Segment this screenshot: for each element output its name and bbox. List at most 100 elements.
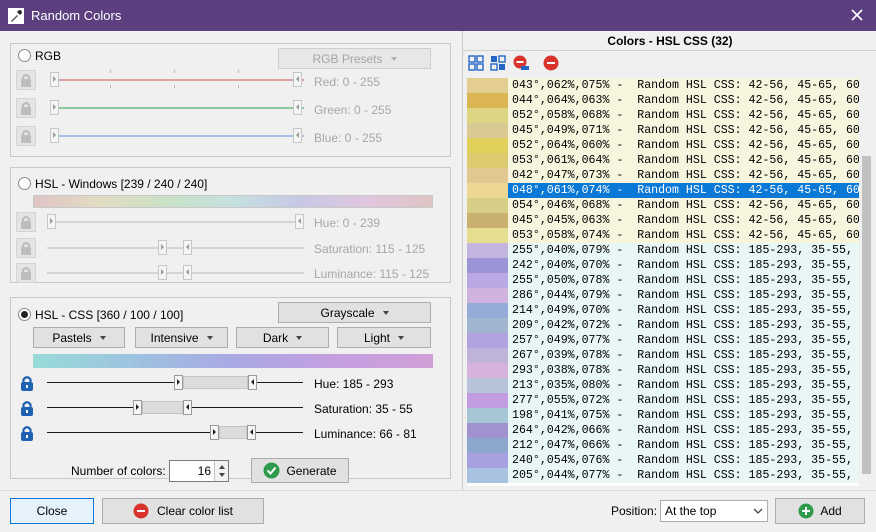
color-entry-text: 264°,042%,066% - Random HSL CSS: 185-293…: [512, 424, 859, 437]
green-max-thumb[interactable]: [293, 100, 302, 115]
spin-arrows-icon[interactable]: [215, 461, 229, 481]
color-swatch: [467, 318, 508, 333]
rgb-radio[interactable]: [18, 49, 31, 62]
saturation-lock-button[interactable]: [16, 238, 36, 258]
blue-lock-button[interactable]: [16, 126, 36, 146]
css-saturation-max-thumb[interactable]: [182, 400, 192, 415]
lock-icon: [21, 242, 31, 255]
list-item[interactable]: 209°,042%,072% - Random HSL CSS: 185-293…: [467, 318, 859, 333]
hsl-windows-group: HSL - Windows [239 / 240 / 240] Hue: 0 -…: [10, 167, 451, 283]
css-luminance-min-thumb[interactable]: [210, 425, 220, 440]
list-item[interactable]: 054°,046%,068% - Random HSL CSS: 42-56, …: [467, 198, 859, 213]
position-select[interactable]: At the top: [660, 500, 768, 522]
win-luminance-range-label: Luminance: 115 - 125: [314, 267, 430, 281]
saturation-unlocked-icon[interactable]: [17, 398, 37, 418]
grayscale-dropdown[interactable]: Grayscale: [278, 302, 431, 323]
list-item[interactable]: 214°,049%,070% - Random HSL CSS: 185-293…: [467, 303, 859, 318]
css-hue-range[interactable]: [182, 376, 249, 389]
blue-min-thumb[interactable]: [50, 128, 59, 143]
list-item[interactable]: 045°,049%,071% - Random HSL CSS: 42-56, …: [467, 123, 859, 138]
list-item[interactable]: 277°,055%,072% - Random HSL CSS: 185-293…: [467, 393, 859, 408]
css-saturation-min-thumb[interactable]: [133, 400, 143, 415]
hue-unlocked-icon[interactable]: [17, 373, 37, 393]
win-saturation-track[interactable]: [47, 247, 304, 249]
list-item[interactable]: 044°,064%,063% - Random HSL CSS: 42-56, …: [467, 93, 859, 108]
red-max-thumb[interactable]: [293, 72, 302, 87]
list-item[interactable]: 242°,040%,070% - Random HSL CSS: 185-293…: [467, 258, 859, 273]
settings-panel: RGB RGB Presets Red: 0 - 255 Green: 0 - …: [0, 31, 461, 490]
minus-circle-icon: [133, 503, 149, 519]
list-item[interactable]: 267°,039%,078% - Random HSL CSS: 185-293…: [467, 348, 859, 363]
list-item[interactable]: 205°,044%,077% - Random HSL CSS: 185-293…: [467, 468, 859, 483]
clear-color-list-button[interactable]: Clear color list: [102, 498, 264, 524]
red-lock-button[interactable]: [16, 70, 36, 90]
green-slider-track[interactable]: [51, 107, 304, 109]
color-swatch: [467, 123, 508, 138]
close-button[interactable]: Close: [10, 498, 94, 524]
spin-buttons[interactable]: [214, 461, 228, 481]
green-lock-button[interactable]: [16, 98, 36, 118]
win-hue-max-thumb[interactable]: [295, 214, 304, 229]
win-luminance-track[interactable]: [47, 272, 304, 274]
win-hue-track[interactable]: [47, 221, 304, 223]
win-luminance-min-thumb[interactable]: [158, 265, 168, 280]
number-of-colors-value[interactable]: 16: [198, 464, 211, 478]
win-saturation-max-thumb[interactable]: [183, 240, 193, 255]
list-item[interactable]: 257°,049%,077% - Random HSL CSS: 185-293…: [467, 333, 859, 348]
list-item[interactable]: 045°,045%,063% - Random HSL CSS: 42-56, …: [467, 213, 859, 228]
remove-all-icon[interactable]: [543, 55, 559, 71]
dark-dropdown[interactable]: Dark: [236, 327, 329, 348]
scrollbar-thumb[interactable]: [862, 156, 871, 474]
add-button[interactable]: Add: [775, 498, 865, 524]
list-item[interactable]: 052°,058%,068% - Random HSL CSS: 42-56, …: [467, 108, 859, 123]
css-hue-min-thumb[interactable]: [173, 375, 183, 390]
list-item[interactable]: 053°,058%,074% - Random HSL CSS: 42-56, …: [467, 228, 859, 243]
list-item[interactable]: 198°,041%,075% - Random HSL CSS: 185-293…: [467, 408, 859, 423]
invert-selection-icon[interactable]: [490, 55, 506, 71]
list-item[interactable]: 293°,038%,078% - Random HSL CSS: 185-293…: [467, 363, 859, 378]
color-list[interactable]: 043°,062%,075% - Random HSL CSS: 42-56, …: [467, 78, 859, 486]
list-item[interactable]: 286°,044%,079% - Random HSL CSS: 185-293…: [467, 288, 859, 303]
hue-lock-button[interactable]: [16, 212, 36, 232]
css-luminance-track[interactable]: [47, 432, 303, 433]
blue-max-thumb[interactable]: [293, 128, 302, 143]
win-luminance-max-thumb[interactable]: [183, 265, 193, 280]
list-item[interactable]: 048°,061%,074% - Random HSL CSS: 42-56, …: [467, 183, 859, 198]
list-item[interactable]: 053°,061%,064% - Random HSL CSS: 42-56, …: [467, 153, 859, 168]
hsl-windows-radio[interactable]: [18, 177, 31, 190]
green-min-thumb[interactable]: [50, 100, 59, 115]
intensive-dropdown[interactable]: Intensive: [135, 327, 228, 348]
list-item[interactable]: 042°,047%,073% - Random HSL CSS: 42-56, …: [467, 168, 859, 183]
list-item[interactable]: 213°,035%,080% - Random HSL CSS: 185-293…: [467, 378, 859, 393]
red-slider-track[interactable]: [51, 79, 304, 81]
blue-slider-track[interactable]: [51, 135, 304, 137]
rgb-presets-dropdown[interactable]: RGB Presets: [278, 48, 431, 69]
color-entry-text: 052°,064%,060% - Random HSL CSS: 42-56, …: [512, 139, 859, 152]
light-dropdown[interactable]: Light: [337, 327, 431, 348]
list-item[interactable]: 212°,047%,066% - Random HSL CSS: 185-293…: [467, 438, 859, 453]
list-item[interactable]: 264°,042%,066% - Random HSL CSS: 185-293…: [467, 423, 859, 438]
remove-selected-icon[interactable]: [513, 55, 529, 71]
luminance-unlocked-icon[interactable]: [17, 423, 37, 443]
luminance-lock-button[interactable]: [16, 263, 36, 283]
css-hue-max-thumb[interactable]: [248, 375, 258, 390]
list-item[interactable]: 255°,050%,078% - Random HSL CSS: 185-293…: [467, 273, 859, 288]
win-saturation-min-thumb[interactable]: [158, 240, 168, 255]
list-item[interactable]: 043°,062%,075% - Random HSL CSS: 42-56, …: [467, 78, 859, 93]
css-saturation-range[interactable]: [142, 401, 183, 414]
list-item[interactable]: 255°,040%,079% - Random HSL CSS: 185-293…: [467, 243, 859, 258]
hsl-windows-label: HSL - Windows [239 / 240 / 240]: [35, 177, 208, 191]
number-of-colors-spinbox[interactable]: 16: [169, 460, 229, 482]
list-item[interactable]: 052°,064%,060% - Random HSL CSS: 42-56, …: [467, 138, 859, 153]
color-list-scrollbar[interactable]: [860, 78, 873, 486]
generate-button[interactable]: Generate: [251, 458, 349, 483]
css-luminance-range[interactable]: [219, 426, 248, 439]
select-all-icon[interactable]: [468, 55, 484, 71]
close-icon[interactable]: [848, 6, 866, 24]
css-luminance-max-thumb[interactable]: [247, 425, 257, 440]
list-item[interactable]: 240°,054%,076% - Random HSL CSS: 185-293…: [467, 453, 859, 468]
win-hue-min-thumb[interactable]: [47, 214, 56, 229]
red-min-thumb[interactable]: [50, 72, 59, 87]
pastels-dropdown[interactable]: Pastels: [33, 327, 125, 348]
hsl-css-radio[interactable]: [18, 308, 31, 321]
